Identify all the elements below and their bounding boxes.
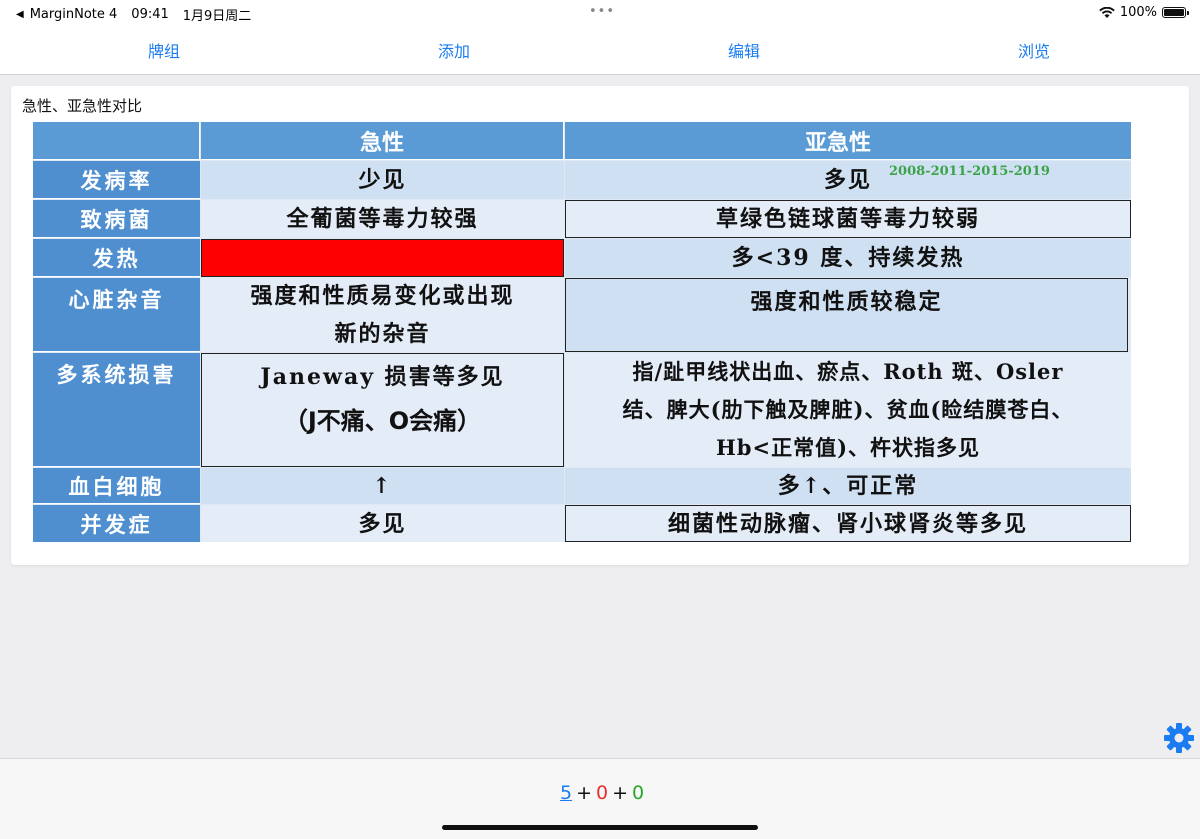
row-label-incidence: 发病率	[33, 161, 200, 199]
cell-subacute-pathogen: 草绿色链球菌等毒力较弱	[565, 200, 1131, 238]
back-arrow-icon[interactable]: ◀	[16, 9, 24, 20]
cell-subacute-murmur: 强度和性质较稳定	[565, 278, 1128, 352]
cell-line: 指/趾甲线状出血、瘀点、Roth 斑、Osler	[632, 359, 1064, 384]
new-count[interactable]: 5	[560, 782, 572, 804]
tab-add[interactable]: 添加	[394, 38, 514, 62]
tab-browse[interactable]: 浏览	[974, 38, 1094, 62]
header-subacute: 亚急性	[565, 122, 1131, 160]
row-label-multisystem: 多系统损害	[33, 353, 200, 467]
review-count: 0	[632, 782, 645, 804]
status-date: 1月9日周二	[182, 9, 252, 24]
cell-acute-complications: 多见	[201, 505, 564, 542]
cell-line: 新的杂音	[334, 321, 431, 347]
comparison-table-image: 急性 亚急性 发病率 致病菌 发热 心脏杂音 多系统损害 血白细胞 并发症 少见…	[33, 122, 1131, 542]
wifi-icon	[1099, 6, 1115, 19]
row-label-complications: 并发症	[33, 505, 200, 542]
row-label-wbc: 血白细胞	[33, 468, 200, 504]
home-indicator[interactable]	[442, 825, 758, 830]
status-time: 09:41	[131, 7, 169, 22]
back-app-label[interactable]: MarginNote 4	[30, 7, 118, 22]
cell-subacute-multisystem: 指/趾甲线状出血、瘀点、Roth 斑、Osler 结、脾大(肋下触及脾脏)、贫血…	[565, 353, 1131, 467]
row-label-fever: 发热	[33, 239, 200, 277]
table-corner-cell	[33, 122, 200, 160]
cell-acute-incidence: 少见	[201, 161, 564, 199]
exam-years-annotation: 2008-2011-2015-2019	[889, 164, 1050, 179]
review-counter: 5 + 0 + 0	[560, 782, 644, 804]
battery-percent: 100%	[1119, 5, 1157, 20]
header-acute: 急性	[201, 122, 564, 160]
multitasking-dots-icon[interactable]: •••	[589, 4, 615, 19]
flashcard[interactable]: 急性、亚急性对比 急性 亚急性 发病率 致病菌 发热 心脏杂音 多系统损害 血白…	[11, 86, 1189, 565]
tab-bar: 牌组 添加 编辑 浏览	[0, 26, 1200, 75]
card-question-title: 急性、亚急性对比	[22, 97, 143, 115]
cell-line: 强度和性质易变化或出现	[250, 283, 515, 309]
cell-subacute-wbc: 多↑、可正常	[565, 468, 1131, 504]
cell-line: （J不痛、O会痛）	[283, 407, 482, 435]
row-label-pathogen: 致病菌	[33, 200, 200, 238]
cell-acute-murmur: 强度和性质易变化或出现 新的杂音	[201, 278, 564, 352]
gear-icon[interactable]	[1163, 722, 1195, 754]
cell-line: Janeway 损害等多见	[260, 364, 505, 390]
cell-line: Hb<正常值)、杵状指多见	[715, 435, 981, 460]
row-label-murmur: 心脏杂音	[33, 278, 200, 352]
status-bar: ◀ MarginNote 4 09:41 1月9日周二 ••• 100%	[0, 0, 1200, 26]
battery-icon	[1162, 7, 1189, 18]
tab-edit[interactable]: 编辑	[684, 38, 804, 62]
cell-acute-fever-redacted	[201, 239, 564, 277]
plus-sign: +	[612, 782, 629, 804]
cell-line: 结、脾大(肋下触及脾脏)、贫血(睑结膜苍白、	[622, 397, 1074, 422]
cell-acute-multisystem: Janeway 损害等多见 （J不痛、O会痛）	[201, 353, 564, 467]
cell-acute-pathogen: 全葡菌等毒力较强	[201, 200, 564, 238]
cell-subacute-fever: 多<39 度、持续发热	[565, 239, 1131, 277]
cell-subacute-complications: 细菌性动脉瘤、肾小球肾炎等多见	[565, 505, 1131, 542]
cell-acute-wbc: ↑	[201, 468, 564, 504]
bottom-bar: 5 + 0 + 0	[0, 758, 1200, 839]
learning-count: 0	[596, 782, 609, 804]
plus-sign: +	[576, 782, 593, 804]
tab-decks[interactable]: 牌组	[104, 38, 224, 62]
